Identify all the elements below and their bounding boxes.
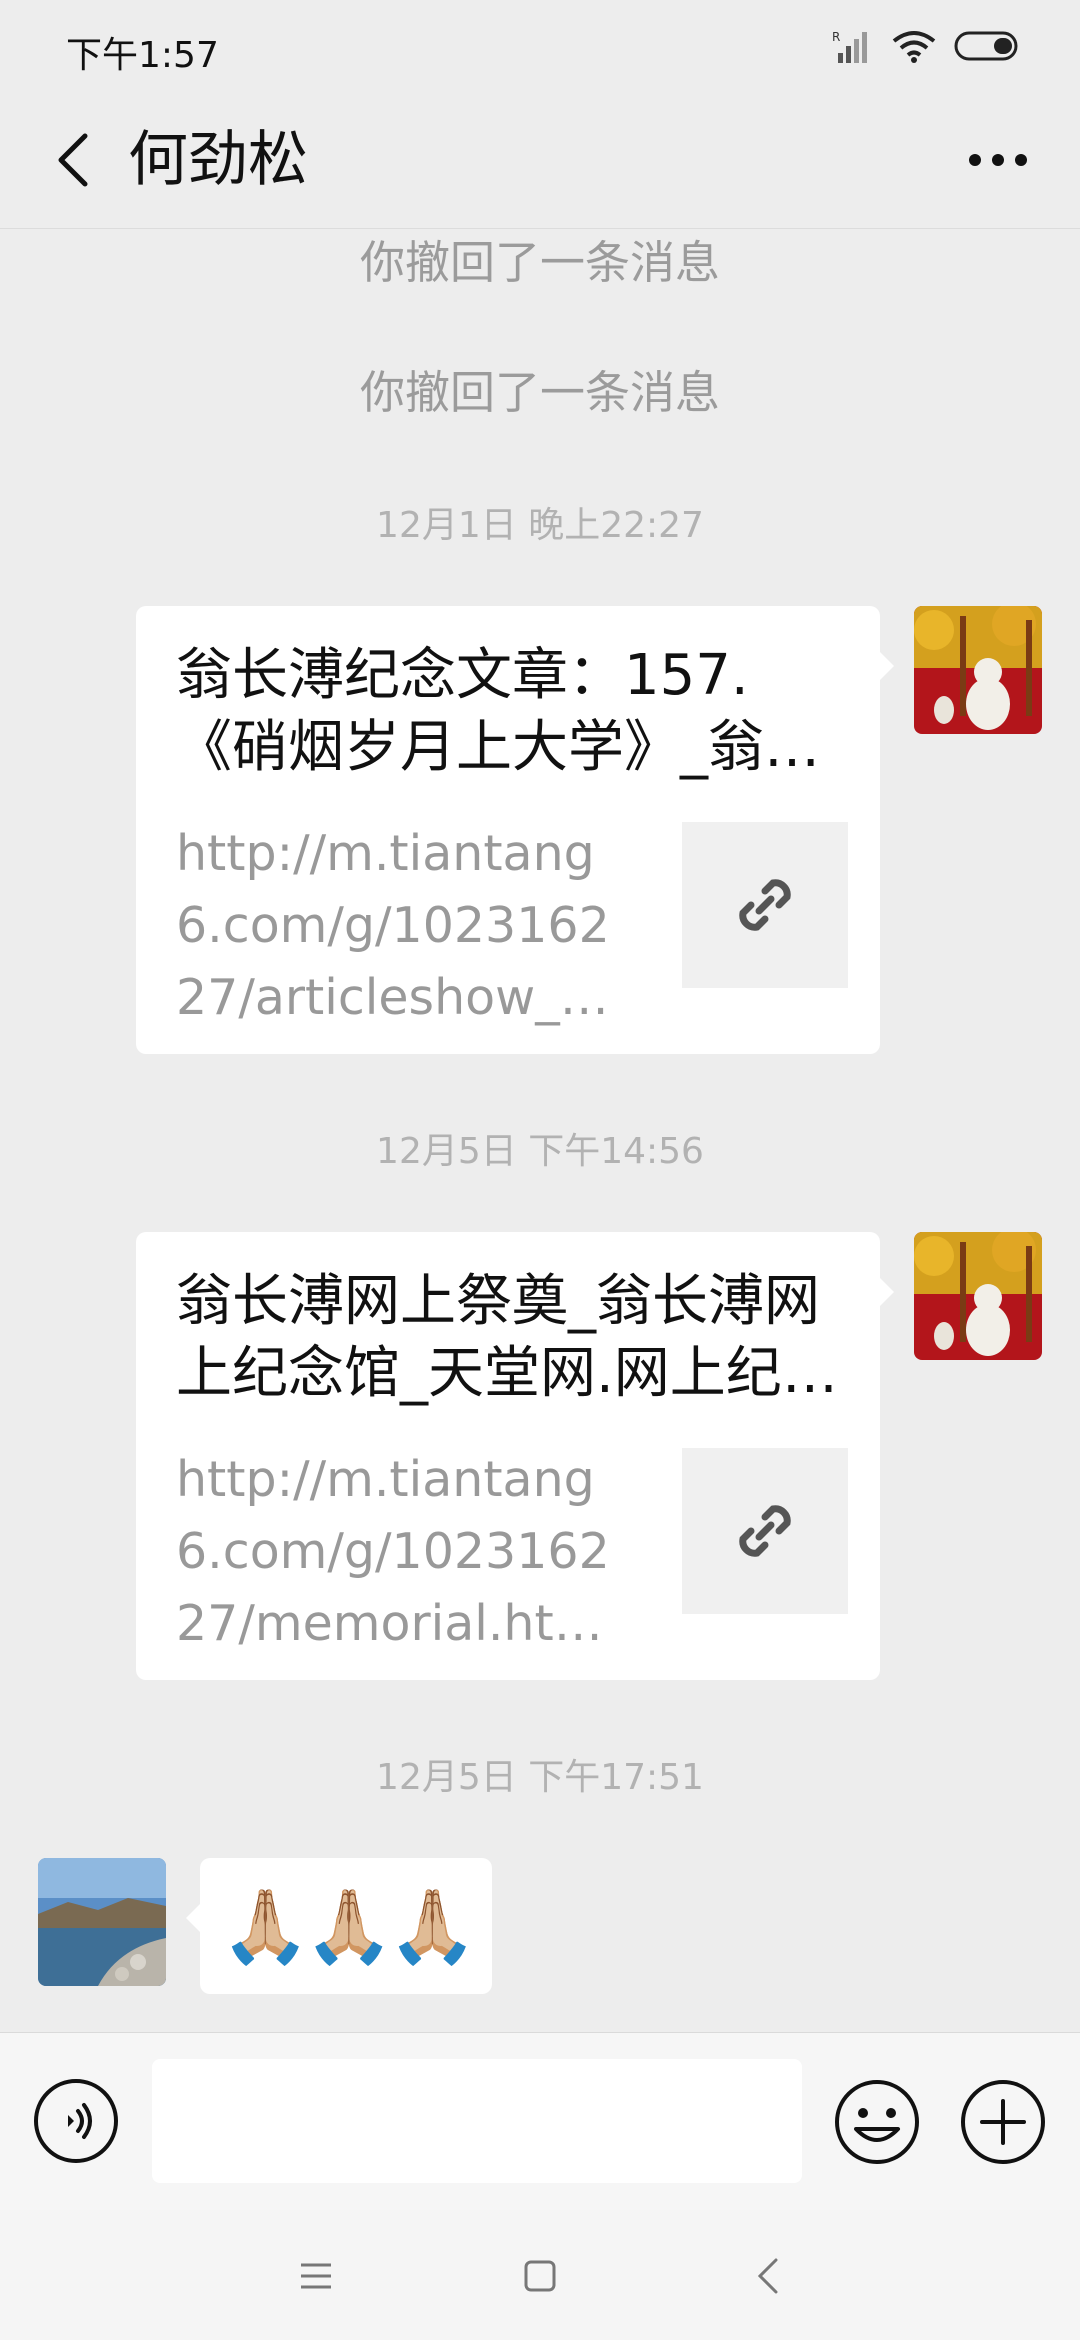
battery-icon (954, 30, 1022, 66)
back-button[interactable] (38, 120, 108, 200)
emoji-button[interactable] (832, 2077, 922, 2167)
back-triangle-icon (757, 2258, 778, 2294)
link-icon (739, 879, 791, 931)
svg-text:R: R (832, 30, 840, 44)
more-dots-icon (969, 154, 1027, 166)
emoji-message-text: 🙏🏼🙏🏼🙏🏼 (220, 1884, 478, 1968)
system-navigation-bar (0, 2210, 1080, 2340)
more-functions-button[interactable] (958, 2077, 1048, 2167)
recents-button[interactable] (286, 2248, 346, 2304)
system-back-button[interactable] (738, 2248, 798, 2304)
message-input[interactable] (152, 2059, 802, 2183)
contact-avatar[interactable] (38, 1858, 166, 1986)
wifi-icon (892, 29, 936, 67)
menu-icon (301, 2263, 331, 2289)
link-thumbnail (682, 1448, 848, 1614)
emoji-icon (835, 2080, 919, 2164)
link-card-url: http://m.tiantang6.com/g/102316227/memor… (176, 1451, 610, 1652)
link-card-title: 翁长溥纪念文章：157.《硝烟岁月上大学》_翁长溥网上纪念馆_天堂网 (176, 643, 820, 780)
chat-title: 何劲松 (128, 125, 308, 195)
my-avatar[interactable] (914, 606, 1042, 734)
my-avatar[interactable] (914, 1232, 1042, 1360)
link-thumbnail (682, 822, 848, 988)
status-bar: 下午1:57 R (0, 0, 1080, 95)
home-square-icon (524, 2260, 556, 2292)
message-timestamp: 12月5日 下午14:56 (376, 1131, 704, 1172)
emoji-message-bubble[interactable]: 🙏🏼🙏🏼🙏🏼 (186, 1858, 492, 1994)
chevron-left-icon (58, 133, 88, 187)
chat-header: 何劲松 (0, 95, 1080, 229)
plus-icon (961, 2080, 1045, 2164)
link-card-message[interactable]: 翁长溥网上祭奠_翁长溥网上纪念馆_天堂网.网上纪念馆 http://m.tian… (136, 1232, 894, 1680)
message-timestamp: 12月1日 晚上22:27 (376, 505, 704, 546)
input-bar (0, 2032, 1080, 2211)
home-button[interactable] (510, 2248, 570, 2304)
recall-notice: 你撤回了一条消息 (359, 366, 720, 419)
link-card-title: 翁长溥网上祭奠_翁长溥网上纪念馆_天堂网.网上纪念馆 (176, 1269, 838, 1406)
signal-icon: R (832, 29, 874, 67)
status-time: 下午1:57 (66, 35, 219, 76)
link-icon (739, 1505, 791, 1557)
more-options-button[interactable] (958, 130, 1038, 190)
status-icons: R (832, 28, 1022, 68)
message-timestamp: 12月5日 下午17:51 (376, 1757, 704, 1798)
voice-icon (34, 2079, 118, 2163)
recall-notice: 你撤回了一条消息 (359, 236, 720, 289)
link-card-message[interactable]: 翁长溥纪念文章：157.《硝烟岁月上大学》_翁长溥网上纪念馆_天堂网 http:… (136, 606, 894, 1054)
voice-button[interactable] (32, 2077, 120, 2165)
link-card-url: http://m.tiantang6.com/g/102316227/artic… (176, 825, 623, 1026)
